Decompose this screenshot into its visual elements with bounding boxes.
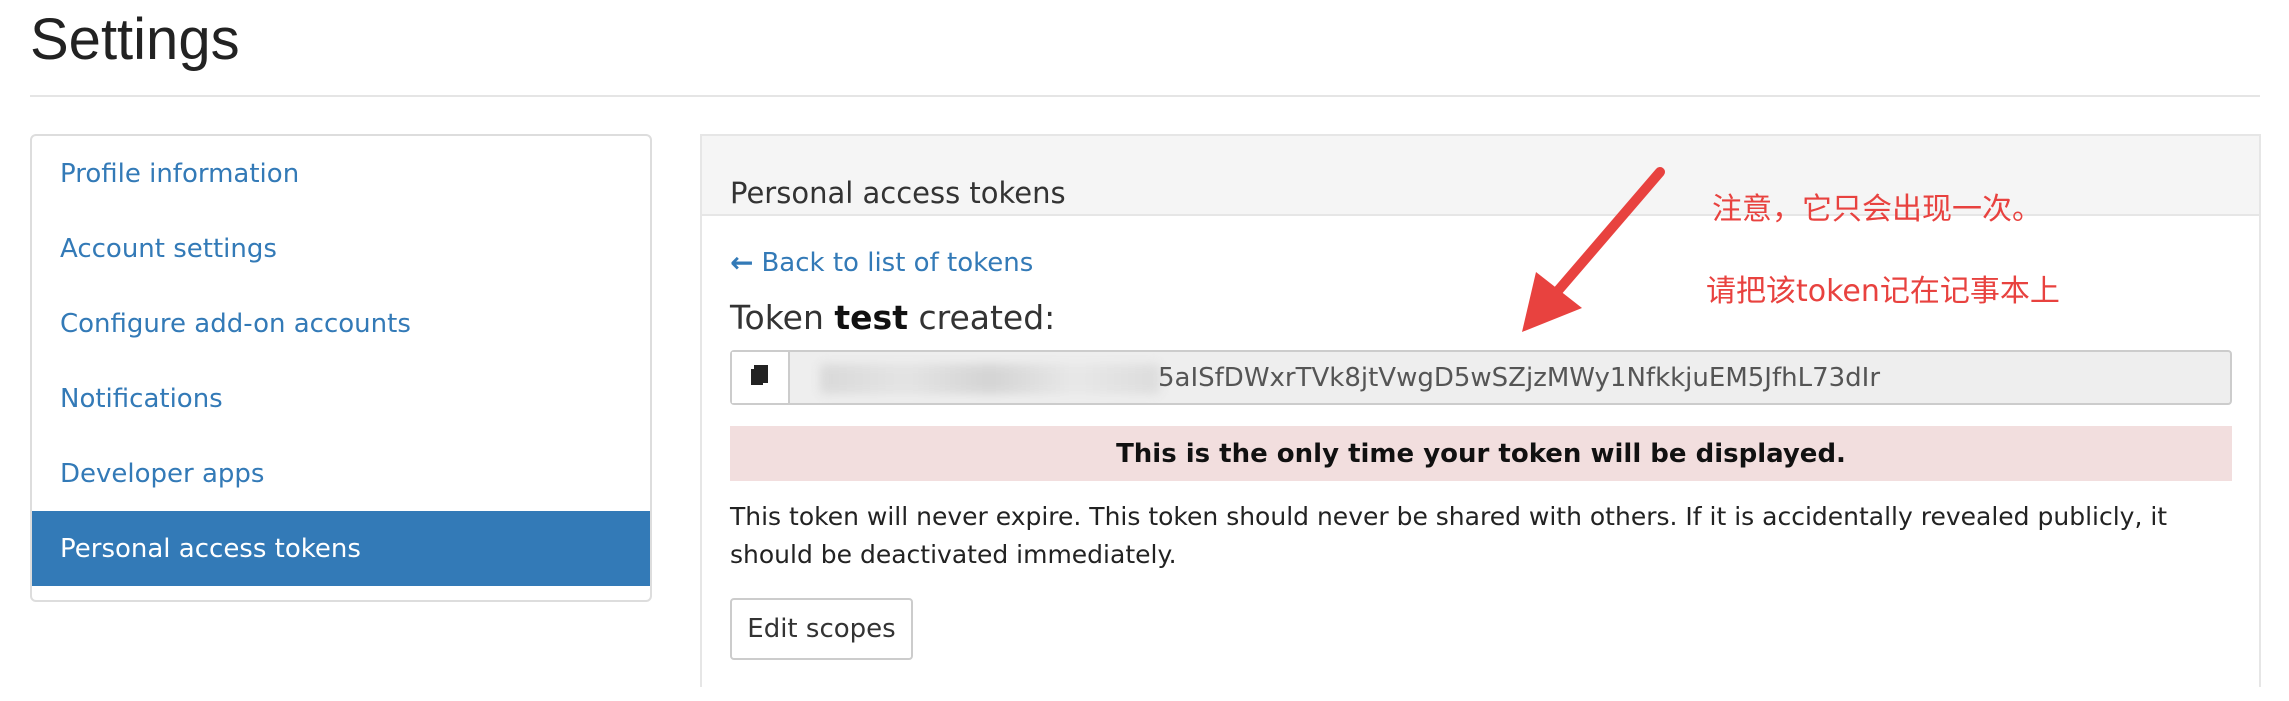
token-value-visible: 5aISfDWxrTVk8jtVwgD5wSZjzMWy1NfkkjuEM5Jf… xyxy=(1158,362,1881,393)
sidebar-item-configure-add-on-accounts[interactable]: Configure add-on accounts xyxy=(32,286,650,361)
sidebar-item-developer-apps[interactable]: Developer apps xyxy=(32,436,650,511)
sidebar-item-label: Profile information xyxy=(60,158,300,189)
sidebar-item-profile-information[interactable]: Profile information xyxy=(32,136,650,211)
sidebar-item-account-settings[interactable]: Account settings xyxy=(32,211,650,286)
token-created-suffix: created: xyxy=(907,298,1056,337)
edit-scopes-label: Edit scopes xyxy=(747,614,896,644)
sidebar-item-label: Developer apps xyxy=(60,458,265,489)
token-expiry-note: This token will never expire. This token… xyxy=(730,502,2168,569)
token-warning-alert: This is the only time your token will be… xyxy=(730,426,2232,481)
sidebar-item-label: Configure add-on accounts xyxy=(60,308,411,339)
arrow-left-icon: ← xyxy=(730,246,754,279)
back-link-label: Back to list of tokens xyxy=(761,247,1034,278)
token-name: test xyxy=(834,298,908,337)
sidebar-item-label: Personal access tokens xyxy=(60,533,361,564)
back-to-tokens-link[interactable]: ← Back to list of tokens xyxy=(730,246,1033,279)
sidebar-item-label: Notifications xyxy=(60,383,223,414)
token-value-field[interactable]: 5aISfDWxrTVk8jtVwgD5wSZjzMWy1NfkkjuEM5Jf… xyxy=(790,352,2230,403)
sidebar-item-personal-access-tokens[interactable]: Personal access tokens xyxy=(32,511,650,586)
token-created-prefix: Token xyxy=(730,298,835,337)
sidebar-item-label: Account settings xyxy=(60,233,277,264)
token-input-group: 5aISfDWxrTVk8jtVwgD5wSZjzMWy1NfkkjuEM5Jf… xyxy=(730,350,2232,405)
token-redaction-blur xyxy=(820,364,1160,394)
settings-sidebar: Profile information Account settings Con… xyxy=(30,134,652,602)
title-divider xyxy=(30,95,2260,97)
token-created-heading: Token test created: xyxy=(730,298,1055,337)
annotation-arrow-icon xyxy=(1522,167,1665,332)
warning-text: This is the only time your token will be… xyxy=(1116,438,1846,469)
copy-token-button[interactable] xyxy=(732,352,790,403)
page-title: Settings xyxy=(30,7,240,72)
copy-icon xyxy=(750,364,770,391)
annotation-note-line1: 注意，它只会出现一次。 xyxy=(1712,192,2042,227)
sidebar-item-notifications[interactable]: Notifications xyxy=(32,361,650,436)
panel-heading-title: Personal access tokens xyxy=(730,176,1066,210)
annotation-note-line2: 请把该token记在记事本上 xyxy=(1706,274,2060,309)
edit-scopes-button[interactable]: Edit scopes xyxy=(730,598,913,660)
